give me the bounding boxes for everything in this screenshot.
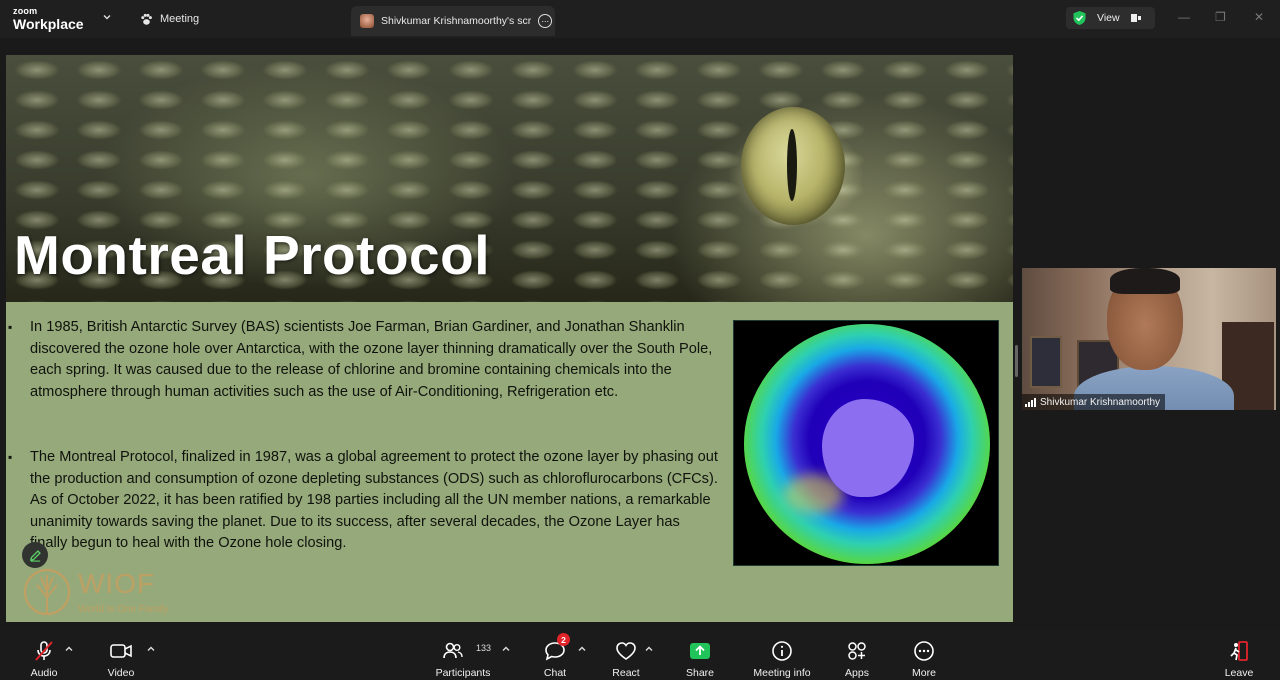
share-label: Share [685, 667, 715, 679]
bullet-item: ▪ In 1985, British Antarctic Survey (BAS… [6, 317, 722, 427]
meeting-info-button[interactable]: Meeting info [750, 630, 814, 680]
meeting-info-label: Meeting info [753, 667, 811, 679]
panel-resize-handle[interactable] [1015, 345, 1018, 377]
share-screen-icon [690, 643, 710, 659]
more-label: More [912, 667, 936, 679]
chevron-up-icon[interactable] [64, 644, 74, 654]
chevron-up-icon[interactable] [644, 644, 654, 654]
chevron-down-icon[interactable] [102, 12, 112, 22]
logo-big-text: Workplace [13, 16, 84, 32]
participants-count: 133 [476, 643, 492, 653]
participants-icon [443, 642, 463, 659]
video-label: Video [107, 667, 135, 679]
more-dots-icon [914, 641, 934, 661]
signal-strength-icon [1025, 397, 1036, 407]
restore-icon[interactable]: ❐ [1215, 10, 1226, 24]
react-button[interactable]: React [607, 630, 645, 680]
participants-button[interactable]: Participants [430, 630, 496, 680]
wiof-tagline: World Is One Family [78, 604, 169, 615]
pencil-icon [29, 549, 41, 562]
leave-door-icon [1230, 641, 1248, 661]
shared-slide: Montreal Protocol ▪ In 1985, British Ant… [6, 55, 1013, 622]
leave-button[interactable]: Leave [1222, 630, 1256, 680]
chat-button[interactable]: 2 Chat [538, 630, 572, 680]
chevron-up-icon[interactable] [577, 644, 587, 654]
wiof-logo-text: WIOF [78, 568, 156, 599]
audio-label: Audio [30, 667, 58, 679]
tab-meeting-label: Meeting [160, 13, 200, 25]
wiof-tree-logo-icon [23, 568, 71, 616]
more-options-icon[interactable]: ··· [538, 14, 552, 28]
paw-icon [141, 13, 152, 25]
shield-check-icon [1073, 11, 1086, 25]
participant-video-tile[interactable]: Shivkumar Krishnamoorthy [1022, 268, 1276, 410]
chat-unread-badge: 2 [557, 633, 570, 646]
tab-screen-share[interactable]: Shivkumar Krishnamoorthy's screen share … [351, 6, 555, 36]
snake-eye [741, 107, 845, 225]
apps-icon [848, 642, 866, 660]
bullet-text: The Montreal Protocol, finalized in 1987… [30, 449, 718, 552]
view-button-label: View [1097, 12, 1120, 24]
view-button[interactable]: View [1066, 7, 1155, 29]
view-layout-icon [1130, 14, 1141, 22]
participant-name-label: Shivkumar Krishnamoorthy [1022, 394, 1166, 410]
video-camera-icon [110, 644, 132, 658]
heart-icon [616, 642, 636, 660]
close-icon[interactable]: ✕ [1254, 10, 1264, 24]
audio-button[interactable]: Audio [24, 630, 64, 680]
meeting-toolbar: Audio Video Participants 2 Chat React Sh… [0, 630, 1280, 680]
title-bar: zoom Workplace Meeting Shivkumar Krishna… [0, 0, 1280, 38]
snake-scales-banner-image: Montreal Protocol [6, 55, 1013, 302]
snake-pupil [787, 129, 797, 201]
ozone-globe [744, 324, 990, 564]
presenter-avatar [360, 14, 374, 28]
info-icon [772, 641, 792, 661]
react-label: React [612, 667, 640, 679]
share-button[interactable]: Share [682, 630, 718, 680]
bullet-item: ▪ The Montreal Protocol, finalized in 19… [6, 447, 722, 557]
ozone-hole-image [733, 320, 999, 566]
logo-small-text: zoom [13, 6, 38, 16]
chevron-up-icon[interactable] [146, 644, 156, 654]
minimize-icon[interactable]: — [1178, 10, 1190, 24]
microphone-muted-icon [35, 641, 53, 661]
zoom-workplace-logo[interactable]: zoom Workplace [13, 6, 84, 32]
participant-name: Shivkumar Krishnamoorthy [1040, 396, 1161, 408]
tab-meeting[interactable]: Meeting [140, 10, 199, 28]
apps-label: Apps [845, 667, 869, 679]
annotate-button[interactable] [22, 542, 48, 568]
video-button[interactable]: Video [101, 630, 141, 680]
chevron-up-icon[interactable] [501, 644, 511, 654]
bullet-mark: ▪ [8, 320, 13, 334]
more-button[interactable]: More [907, 630, 941, 680]
wall-frame [1030, 336, 1062, 388]
chat-label: Chat [543, 667, 567, 679]
tab-screen-share-label: Shivkumar Krishnamoorthy's screen share [381, 15, 531, 27]
slide-title: Montreal Protocol [14, 224, 491, 286]
antarctica-shape [822, 399, 914, 497]
participants-label: Participants [435, 667, 491, 679]
participant-hair [1110, 268, 1180, 294]
apps-button[interactable]: Apps [840, 630, 874, 680]
leave-label: Leave [1224, 667, 1254, 679]
bullet-mark: ▪ [8, 450, 13, 464]
bullet-text: In 1985, British Antarctic Survey (BAS) … [30, 319, 713, 400]
